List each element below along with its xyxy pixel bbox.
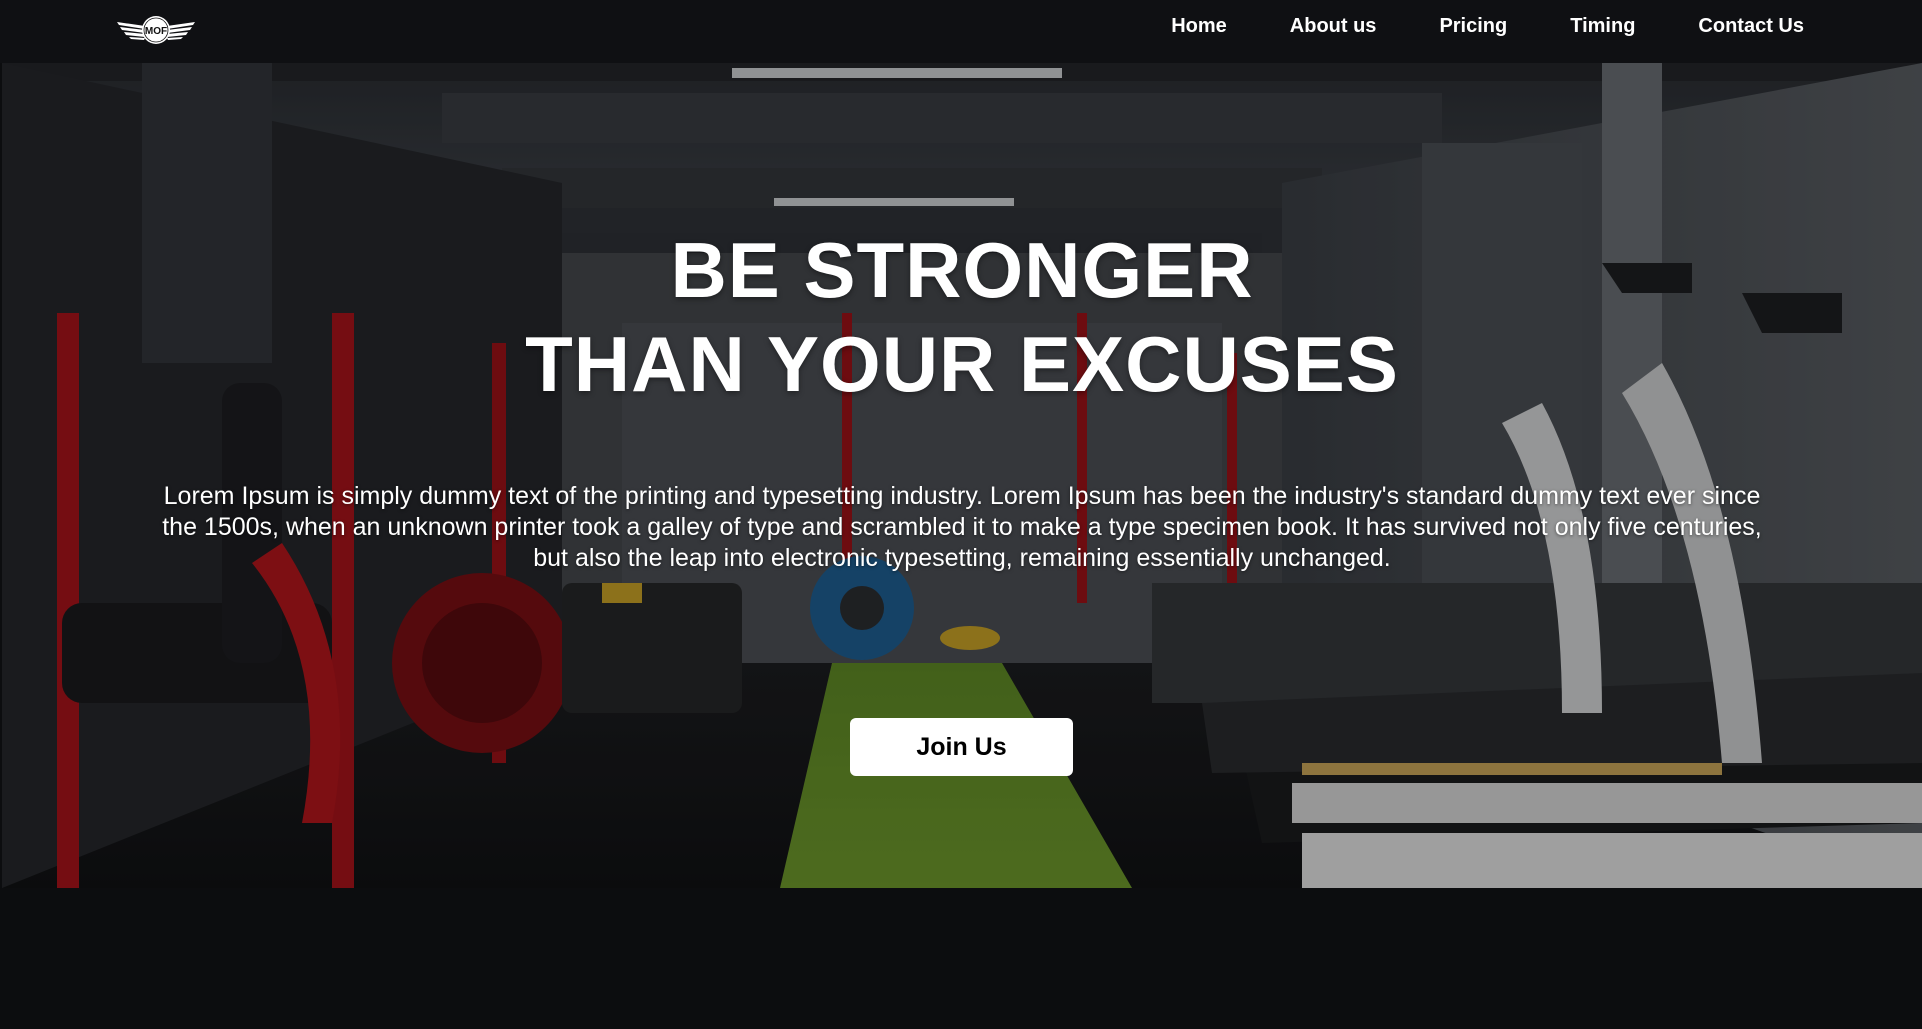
hero-description: Lorem Ipsum is simply dummy text of the … xyxy=(162,482,1762,572)
page: MOF Home About us Pricing Timing Contact… xyxy=(0,0,1922,1029)
nav-link-pricing[interactable]: Pricing xyxy=(1439,15,1507,38)
hero-title-line-1: BE STRONGER xyxy=(670,226,1254,314)
winged-logo-icon: MOF xyxy=(117,16,195,44)
join-us-button[interactable]: Join Us xyxy=(850,718,1073,776)
nav-links: Home About us Pricing Timing Contact Us xyxy=(1171,0,1804,52)
nav-link-timing[interactable]: Timing xyxy=(1570,15,1635,38)
hero-title: BE STRONGER THAN YOUR EXCUSES xyxy=(2,223,1922,411)
nav-link-contact-us[interactable]: Contact Us xyxy=(1698,15,1804,38)
logo-text: MOF xyxy=(145,26,167,37)
navbar: MOF Home About us Pricing Timing Contact… xyxy=(0,0,1922,63)
logo[interactable]: MOF xyxy=(115,10,197,46)
nav-link-about-us[interactable]: About us xyxy=(1290,15,1377,38)
hero-section: BE STRONGER THAN YOUR EXCUSES Lorem Ipsu… xyxy=(2,63,1922,888)
hero-title-line-2: THAN YOUR EXCUSES xyxy=(525,320,1399,408)
nav-link-home[interactable]: Home xyxy=(1171,15,1227,38)
